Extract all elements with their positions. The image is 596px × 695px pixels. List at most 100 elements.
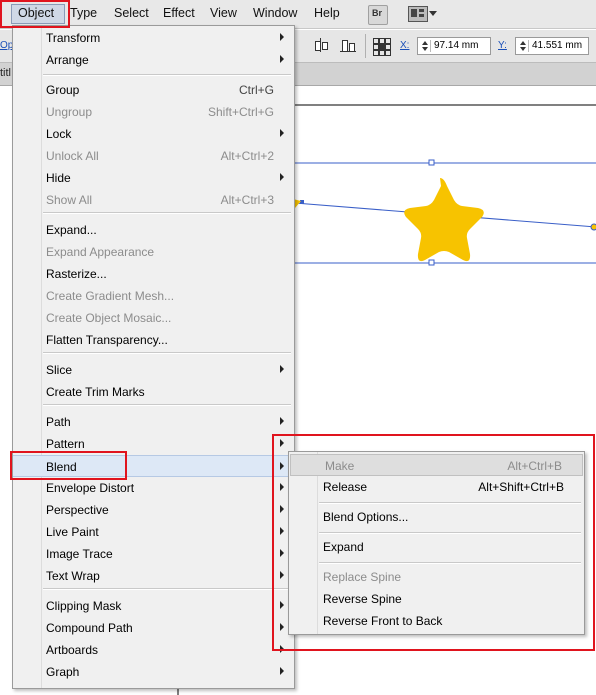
menu-item-group[interactable]: Group Ctrl+G: [13, 79, 294, 101]
menu-help[interactable]: Help: [314, 6, 340, 20]
menu-item-transform[interactable]: Transform: [13, 27, 294, 49]
menu-type[interactable]: Type: [70, 6, 97, 20]
menu-item-label: Create Trim Marks: [46, 385, 145, 399]
submenu-arrow-icon: [280, 623, 284, 631]
selection-handle-bottom[interactable]: [428, 259, 435, 266]
submenu-separator: [319, 532, 581, 534]
y-value: 41.551 mm: [532, 40, 583, 51]
menu-item-label: Create Gradient Mesh...: [46, 289, 175, 303]
blend-item-reverse-front-to-back[interactable]: Reverse Front to Back: [289, 610, 584, 632]
menu-separator: [43, 352, 291, 354]
star-shape[interactable]: [404, 178, 484, 262]
menu-separator: [43, 74, 291, 76]
menu-item-create-trim-marks[interactable]: Create Trim Marks: [13, 381, 294, 403]
blend-item-expand[interactable]: Expand: [289, 536, 584, 558]
menu-window[interactable]: Window: [253, 6, 297, 20]
menu-item-path[interactable]: Path: [13, 411, 294, 433]
blend-item-make[interactable]: Make Alt+Ctrl+B: [290, 454, 583, 476]
blend-item-release[interactable]: Release Alt+Shift+Ctrl+B: [289, 476, 584, 498]
menu-item-label: Create Object Mosaic...: [46, 311, 172, 325]
submenu-arrow-icon: [280, 601, 284, 609]
menu-item-shortcut: Shift+Ctrl+G: [207, 105, 274, 119]
spine-anchor-point[interactable]: [300, 200, 304, 204]
bridge-button[interactable]: Br: [368, 5, 388, 25]
menu-item-label: Rasterize...: [46, 267, 107, 281]
menu-item-label: Perspective: [46, 503, 109, 517]
menu-item-unlock-all[interactable]: Unlock All Alt+Ctrl+2: [13, 145, 294, 167]
menu-item-expand[interactable]: Expand...: [13, 219, 294, 241]
submenu-arrow-icon: [280, 173, 284, 181]
menu-item-ungroup[interactable]: Ungroup Shift+Ctrl+G: [13, 101, 294, 123]
menu-item-pattern[interactable]: Pattern: [13, 433, 294, 455]
blend-item-reverse-spine[interactable]: Reverse Spine: [289, 588, 584, 610]
menu-item-blend[interactable]: Blend: [13, 455, 294, 477]
menu-item-expand-appearance[interactable]: Expand Appearance: [13, 241, 294, 263]
menu-item-label: Pattern: [46, 437, 85, 451]
blend-item-label: Expand: [323, 540, 364, 554]
menu-item-flatten-transparency[interactable]: Flatten Transparency...: [13, 329, 294, 351]
menu-item-label: Unlock All: [46, 149, 99, 163]
y-stepper-icon[interactable]: [518, 40, 529, 52]
menu-item-label: Path: [46, 415, 71, 429]
menu-item-text-wrap[interactable]: Text Wrap: [13, 565, 294, 587]
blend-item-label: Replace Spine: [323, 570, 402, 584]
blend-item-replace-spine[interactable]: Replace Spine: [289, 566, 584, 588]
align-horizontal-center-icon[interactable]: [313, 38, 329, 52]
x-field[interactable]: 97.14 mm: [417, 37, 491, 55]
y-field[interactable]: 41.551 mm: [515, 37, 589, 55]
chevron-down-icon[interactable]: [429, 11, 437, 16]
x-stepper-icon[interactable]: [420, 40, 431, 52]
menu-item-rasterize[interactable]: Rasterize...: [13, 263, 294, 285]
blend-item-label: Release: [323, 480, 368, 494]
menu-item-label: Arrange: [46, 53, 89, 67]
menu-item-clipping-mask[interactable]: Clipping Mask: [13, 595, 294, 617]
submenu-arrow-icon: [280, 129, 284, 137]
menu-item-slice[interactable]: Slice: [13, 359, 294, 381]
menu-item-perspective[interactable]: Perspective: [13, 499, 294, 521]
menu-separator: [43, 588, 291, 590]
divider: [365, 34, 366, 58]
selection-handle-top[interactable]: [428, 159, 435, 166]
reference-point-icon[interactable]: [373, 38, 391, 56]
menu-item-compound-path[interactable]: Compound Path: [13, 617, 294, 639]
menu-view[interactable]: View: [210, 6, 237, 20]
submenu-arrow-icon: [280, 667, 284, 675]
submenu-arrow-icon: [280, 365, 284, 373]
menu-item-lock[interactable]: Lock: [13, 123, 294, 145]
menu-item-shortcut: Alt+Ctrl+3: [220, 193, 274, 207]
menu-item-image-trace[interactable]: Image Trace: [13, 543, 294, 565]
menu-item-label: Compound Path: [46, 621, 133, 635]
menu-select[interactable]: Select: [114, 6, 149, 20]
menu-item-live-paint[interactable]: Live Paint: [13, 521, 294, 543]
submenu-arrow-icon: [280, 549, 284, 557]
menu-separator: [43, 212, 291, 214]
menu-item-label: Artboards: [46, 643, 99, 657]
submenu-arrow-icon: [280, 439, 284, 447]
blend-item-label: Reverse Front to Back: [323, 614, 443, 628]
menu-item-hide[interactable]: Hide: [13, 167, 294, 189]
submenu-separator: [319, 562, 581, 564]
menu-item-artboards[interactable]: Artboards: [13, 639, 294, 661]
menu-item-create-object-mosaic[interactable]: Create Object Mosaic...: [13, 307, 294, 329]
menu-item-label: Hide: [46, 171, 71, 185]
blend-item-blend-options[interactable]: Blend Options...: [289, 506, 584, 528]
x-value: 97.14 mm: [434, 40, 479, 51]
menu-item-envelope-distort[interactable]: Envelope Distort: [13, 477, 294, 499]
menu-separator: [43, 404, 291, 406]
x-label[interactable]: X:: [400, 40, 409, 51]
menu-item-label: Show All: [46, 193, 93, 207]
menu-item-show-all[interactable]: Show All Alt+Ctrl+3: [13, 189, 294, 211]
menu-item-graph[interactable]: Graph: [13, 661, 294, 683]
arrange-documents-icon[interactable]: [408, 6, 428, 22]
menu-item-create-gradient-mesh[interactable]: Create Gradient Mesh...: [13, 285, 294, 307]
menu-item-label: Ungroup: [46, 105, 93, 119]
submenu-arrow-icon: [280, 505, 284, 513]
menu-item-arrange[interactable]: Arrange: [13, 49, 294, 71]
align-bottom-icon[interactable]: [340, 38, 356, 52]
y-label[interactable]: Y:: [498, 40, 507, 51]
menu-item-label: Flatten Transparency...: [46, 333, 168, 347]
submenu-arrow-icon: [280, 571, 284, 579]
menu-effect[interactable]: Effect: [163, 6, 195, 20]
menu-object[interactable]: Object: [18, 6, 54, 20]
document-tab[interactable]: titl: [0, 67, 11, 79]
